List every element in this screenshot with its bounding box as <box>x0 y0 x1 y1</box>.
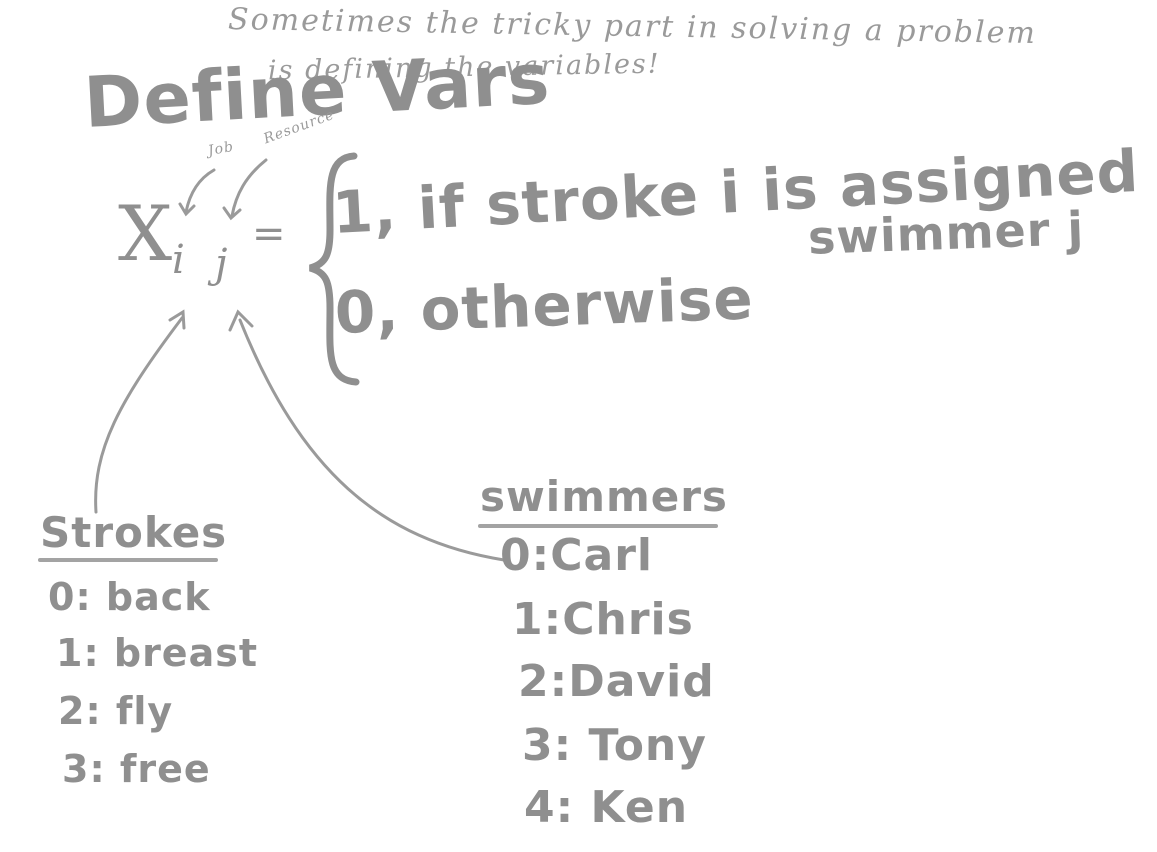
swimmer-item: 3: Tony <box>522 720 707 771</box>
strokes-arrow <box>94 316 184 514</box>
stroke-item: 3: free <box>62 747 211 791</box>
swimmers-heading: swimmers <box>480 472 728 521</box>
job-arrow <box>184 168 216 214</box>
swimmers-underline <box>478 524 718 528</box>
strokes-heading: Strokes <box>40 508 228 557</box>
stroke-item: 2: fly <box>58 689 174 733</box>
swimmer-item: 4: Ken <box>524 782 689 833</box>
resource-arrow <box>230 158 268 218</box>
stroke-item: 0: back <box>48 575 211 619</box>
stroke-item: 1: breast <box>56 631 259 675</box>
swimmer-item: 2:David <box>518 656 715 707</box>
strokes-underline <box>38 558 218 562</box>
swimmer-item: 1:Chris <box>512 594 694 645</box>
swimmer-item: 0:Carl <box>500 530 653 581</box>
swimmers-arrow <box>238 318 506 562</box>
